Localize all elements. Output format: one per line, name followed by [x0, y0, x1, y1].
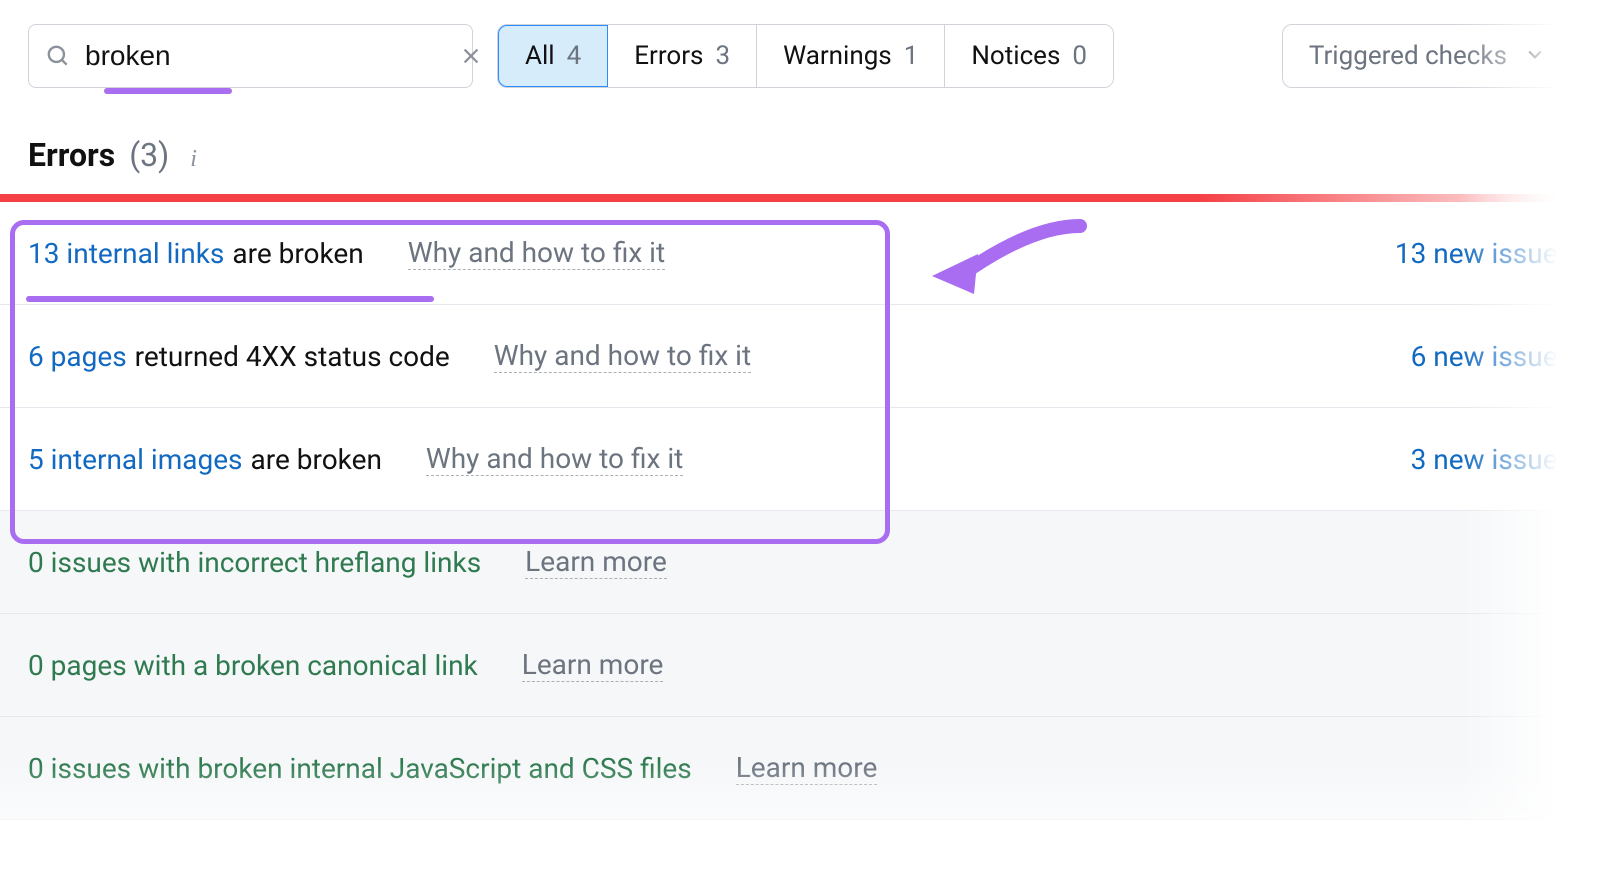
tab-label: Errors	[634, 41, 703, 71]
learn-more-link[interactable]: Learn more	[522, 648, 664, 682]
tab-count: 0	[1072, 41, 1087, 71]
issue-row[interactable]: 0 issues with incorrect hreflang links L…	[0, 511, 1600, 614]
issue-text: 0 issues with broken internal JavaScript…	[28, 752, 692, 785]
search-icon	[45, 43, 71, 69]
chevron-down-icon	[1525, 41, 1545, 71]
tab-label: Notices	[971, 41, 1060, 71]
search-input[interactable]	[85, 40, 446, 72]
why-how-fix-link[interactable]: Why and how to fix it	[408, 236, 665, 270]
tab-notices[interactable]: Notices 0	[945, 25, 1113, 87]
tab-all[interactable]: All 4	[497, 24, 609, 88]
severity-bar	[0, 194, 1600, 202]
issue-row[interactable]: 0 pages with a broken canonical link Lea…	[0, 614, 1600, 717]
tab-errors[interactable]: Errors 3	[608, 25, 757, 87]
filter-tabs: All 4 Errors 3 Warnings 1 Notices 0	[497, 24, 1114, 88]
tab-count: 4	[567, 41, 582, 71]
why-how-fix-link[interactable]: Why and how to fix it	[426, 442, 683, 476]
issue-text: returned 4XX status code	[135, 340, 450, 373]
issue-link[interactable]: 6 pages	[28, 340, 127, 373]
tab-count: 3	[715, 41, 730, 71]
learn-more-link[interactable]: Learn more	[736, 751, 878, 785]
search-box[interactable]	[28, 24, 473, 88]
issue-row[interactable]: 0 issues with broken internal JavaScript…	[0, 717, 1600, 820]
tab-warnings[interactable]: Warnings 1	[757, 25, 945, 87]
issue-text: are broken	[232, 237, 363, 270]
annotation-underline	[104, 88, 232, 94]
issue-row[interactable]: 5 internal images are broken Why and how…	[0, 408, 1600, 511]
issue-link[interactable]: 13 internal links	[28, 237, 224, 270]
issue-text: are broken	[251, 443, 382, 476]
learn-more-link[interactable]: Learn more	[525, 545, 667, 579]
issue-text: 0 pages with a broken canonical link	[28, 649, 478, 682]
section-count: (3)	[129, 136, 169, 174]
issue-text: 0 issues with incorrect hreflang links	[28, 546, 481, 579]
tab-count: 1	[904, 41, 919, 71]
section-title: Errors	[28, 136, 115, 174]
tab-label: All	[525, 41, 555, 71]
tab-label: Warnings	[783, 41, 892, 71]
new-issues-link[interactable]: 13 new issues	[1395, 237, 1572, 270]
dropdown-label: Triggered checks	[1309, 41, 1507, 71]
issue-row[interactable]: 6 pages returned 4XX status code Why and…	[0, 305, 1600, 408]
info-icon[interactable]: i	[183, 145, 198, 174]
new-issues-link[interactable]: 3 new issues	[1411, 443, 1572, 476]
issue-link[interactable]: 5 internal images	[28, 443, 243, 476]
new-issues-link[interactable]: 6 new issues	[1411, 340, 1572, 373]
why-how-fix-link[interactable]: Why and how to fix it	[494, 339, 751, 373]
issue-row[interactable]: 13 internal links are broken Why and how…	[0, 202, 1600, 305]
triggered-checks-dropdown[interactable]: Triggered checks	[1282, 24, 1572, 88]
clear-icon[interactable]	[460, 45, 482, 67]
